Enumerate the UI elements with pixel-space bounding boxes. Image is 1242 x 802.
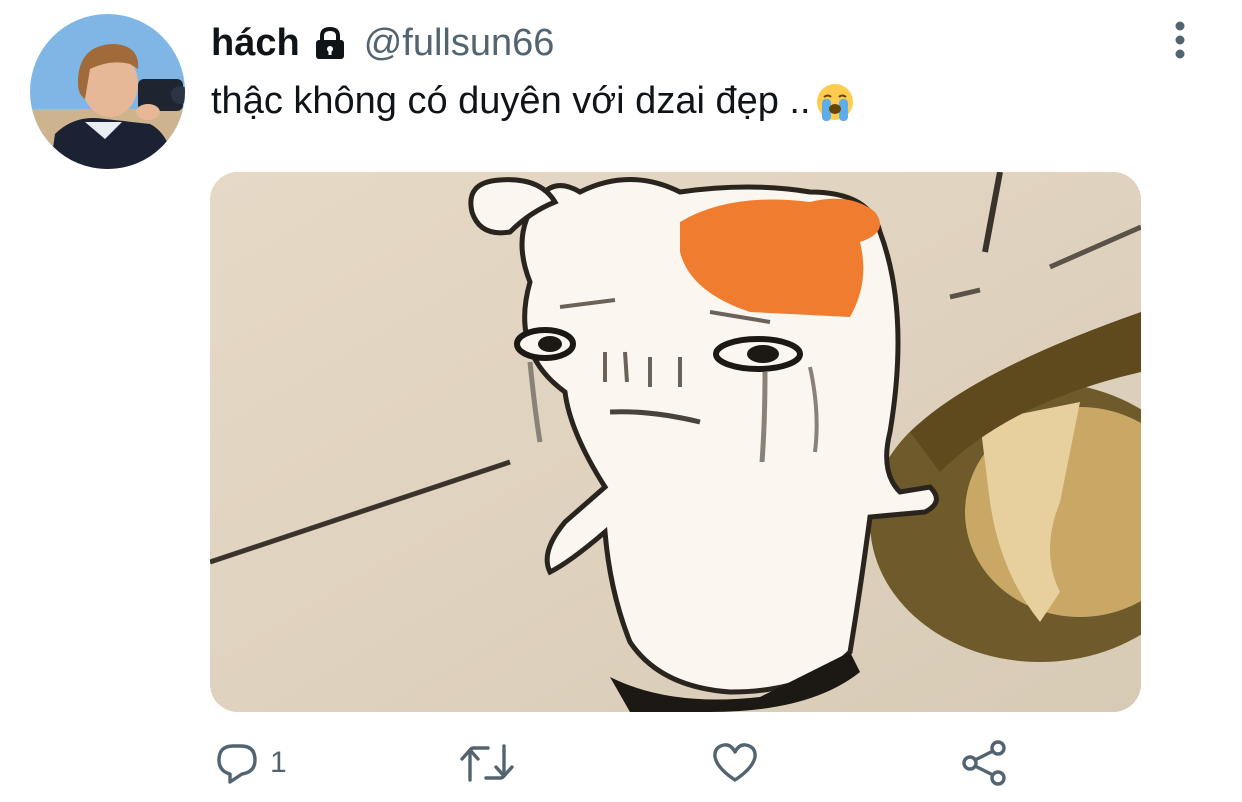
like-icon (713, 743, 757, 782)
avatar-image (30, 14, 185, 169)
retweet-button[interactable] (458, 738, 516, 788)
share-button[interactable] (960, 738, 1008, 788)
tweet-actions: 1 (0, 738, 1242, 788)
reply-button[interactable]: 1 (214, 738, 287, 788)
lock-icon (312, 26, 348, 60)
like-button[interactable] (711, 738, 759, 788)
tweet-media-image[interactable] (210, 172, 1141, 712)
reply-count: 1 (270, 746, 287, 779)
retweet-icon (460, 744, 514, 782)
share-icon (962, 740, 1006, 786)
tweet-text: thậc không có duyên với dzai đẹp .. (211, 80, 855, 123)
tweet-header: hách @fullsun66 (211, 18, 554, 68)
more-options-button[interactable] (1162, 18, 1198, 62)
display-name[interactable]: hách (211, 22, 300, 65)
user-handle[interactable]: @fullsun66 (364, 22, 555, 65)
more-vertical-icon (1175, 21, 1185, 59)
reply-icon (217, 744, 257, 784)
tweet-text-content: thậc không có duyên với dzai đẹp .. (211, 80, 811, 122)
loudly-crying-face-icon (815, 82, 855, 122)
hamster-crying-illustration (210, 172, 1141, 712)
avatar[interactable] (30, 14, 185, 169)
